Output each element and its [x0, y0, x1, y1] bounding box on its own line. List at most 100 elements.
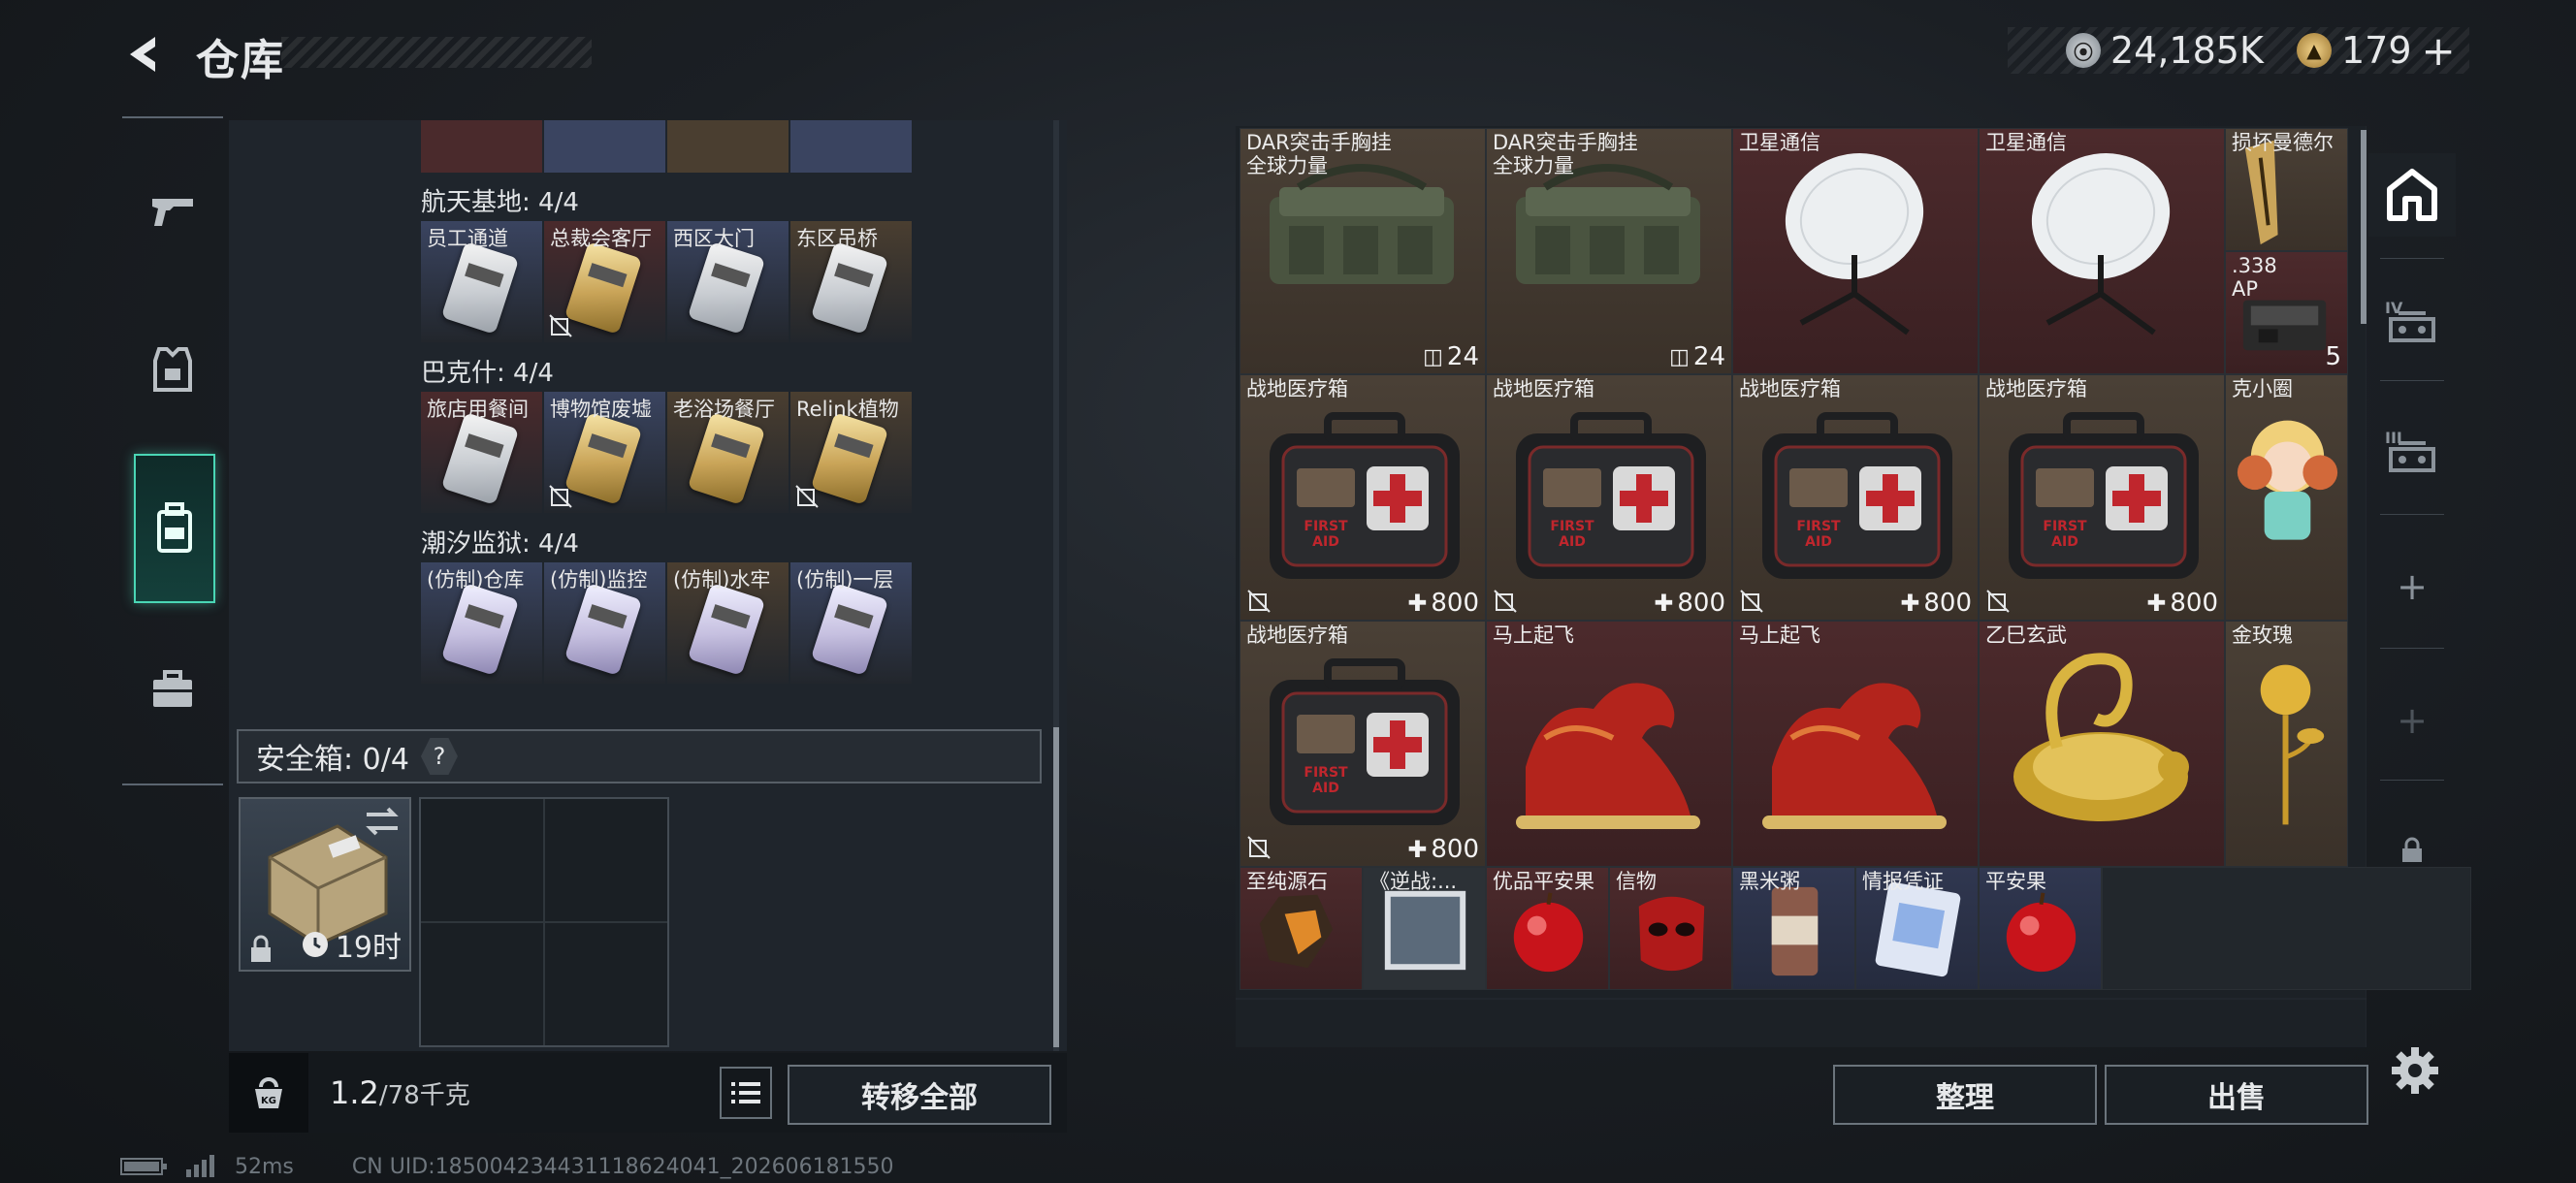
key-card[interactable]: (仿制)水牢: [667, 562, 789, 684]
storage-home-tab[interactable]: [2368, 153, 2456, 237]
weight-indicator: KG: [229, 1053, 308, 1133]
storage-item[interactable]: 乙巳玄武: [1979, 621, 2225, 867]
key-card[interactable]: (仿制)一层: [790, 562, 912, 684]
weight-readout: 1.2/78千克: [330, 1074, 470, 1111]
key-card-image: [810, 412, 889, 505]
item-name: 情报凭证: [1862, 870, 1944, 893]
swap-icon[interactable]: [363, 805, 402, 838]
item-count: ◫ 24: [1669, 342, 1725, 371]
back-button[interactable]: [116, 27, 175, 81]
key-card-name: 东区吊桥: [796, 227, 878, 250]
item-doll-image: [2237, 420, 2338, 540]
nav-separator: [2380, 258, 2444, 259]
storage-item[interactable]: 卫星通信: [1732, 128, 1979, 374]
storage-item[interactable]: 马上起飞: [1732, 621, 1979, 867]
key-card[interactable]: 总裁会客厅: [544, 221, 665, 342]
nav-backpack[interactable]: [134, 454, 215, 603]
gold-triangle-coin-icon: ▲: [2297, 33, 2332, 68]
storage-item[interactable]: FIRST AID 战地医疗箱 ✚ 800: [1486, 374, 1732, 621]
key-card[interactable]: 老浴场餐厅: [667, 392, 789, 513]
add-icon-dim: +: [2397, 699, 2428, 742]
key-card[interactable]: (仿制)仓库: [421, 562, 542, 684]
collection-row: (仿制)仓库 (仿制)监控 (仿制)水牢 (仿制)一层: [421, 562, 912, 684]
silver-coin-icon: ⦿: [2066, 33, 2101, 68]
add-storage-tab-disabled[interactable]: +: [2368, 679, 2456, 762]
sort-button[interactable]: 整理: [1833, 1065, 2097, 1125]
key-card[interactable]: 东区吊桥: [790, 221, 912, 342]
safebox-label: 安全箱: 0/4: [256, 743, 409, 777]
storage-item[interactable]: FIRST AID 战地医疗箱 ✚ 800: [1732, 374, 1979, 621]
item-medkit-image: FIRSTAID: [1516, 412, 1706, 579]
locked-storage-tab[interactable]: [2368, 809, 2456, 892]
storage-item[interactable]: 《逆战:...: [1363, 867, 1486, 990]
key-card-partial[interactable]: [421, 120, 542, 173]
key-card[interactable]: 西区大门: [667, 221, 789, 342]
storage-item[interactable]: 平安果: [1979, 867, 2102, 990]
vest-tier-3-tab[interactable]: III: [2368, 409, 2456, 493]
svg-text:FIRST: FIRST: [2043, 519, 2087, 534]
collection-label: 巴克什: 4/4: [421, 359, 554, 388]
svg-text:FIRST: FIRST: [1796, 519, 1841, 534]
lock-icon: [251, 935, 271, 962]
key-card[interactable]: 员工通道: [421, 221, 542, 342]
key-card-partial[interactable]: [544, 120, 665, 173]
storage-item[interactable]: 至纯源石: [1240, 867, 1363, 990]
storage-item[interactable]: 信物: [1609, 867, 1732, 990]
nav-armor[interactable]: [134, 326, 211, 413]
storage-item[interactable]: 损坏曼德尔: [2225, 128, 2348, 251]
key-card[interactable]: 旅店用餐间: [421, 392, 542, 513]
gear-icon: [2392, 1047, 2438, 1094]
key-card-name: 西区大门: [673, 227, 755, 250]
key-card[interactable]: 博物馆废墟: [544, 392, 665, 513]
storage-item[interactable]: FIRST AID 战地医疗箱 ✚ 800: [1240, 621, 1486, 867]
storage-item[interactable]: 情报凭证: [1855, 867, 1979, 990]
key-card-image: [564, 412, 643, 505]
heal-plus-icon: ✚: [1900, 590, 1920, 617]
nav-weapons[interactable]: [134, 167, 211, 254]
key-card-partial[interactable]: [790, 120, 912, 173]
sell-button[interactable]: 出售: [2105, 1065, 2368, 1125]
add-storage-tab[interactable]: +: [2368, 545, 2456, 628]
item-count: ✚ 800: [1407, 589, 1479, 618]
storage-item[interactable]: 金玫瑰: [2225, 621, 2348, 867]
storage-item[interactable]: 优品平安果: [1486, 867, 1609, 990]
add-currency-icon[interactable]: +: [2422, 27, 2456, 75]
durability-icon: ◫: [1669, 344, 1690, 369]
settings-button[interactable]: [2386, 1041, 2444, 1100]
vest-tier-4-tab[interactable]: IV: [2368, 279, 2456, 363]
key-card[interactable]: Relink植物: [790, 392, 912, 513]
storage-item[interactable]: 马上起飞: [1486, 621, 1732, 867]
currency-gold[interactable]: ▲ 179 +: [2297, 27, 2456, 75]
transfer-all-button[interactable]: 转移全部: [788, 1065, 1051, 1125]
heal-plus-icon: ✚: [1407, 836, 1428, 863]
storage-home-icon: [2387, 169, 2437, 221]
storage-item[interactable]: DAR突击手胸挂 全球力量 ◫ 24: [1240, 128, 1486, 374]
storage-item[interactable]: FIRST AID 战地医疗箱 ✚ 800: [1240, 374, 1486, 621]
item-name: 损坏曼德尔: [2232, 131, 2334, 154]
storage-item[interactable]: FIRST AID 战地医疗箱 ✚ 800: [1979, 374, 2225, 621]
item-name: 信物: [1616, 870, 1657, 893]
item-count: ✚ 800: [1654, 589, 1725, 618]
nav-case[interactable]: [134, 646, 211, 733]
collection-row: 员工通道 总裁会客厅 西区大门 东区吊桥: [421, 221, 912, 342]
safebox-grid[interactable]: [419, 797, 669, 1047]
item-count-value: 800: [1923, 589, 1972, 618]
storage-item[interactable]: DAR突击手胸挂 全球力量 ◫ 24: [1486, 128, 1732, 374]
svg-text:AID: AID: [2051, 534, 2078, 550]
storage-item[interactable]: 克小圈: [2225, 374, 2348, 621]
key-card[interactable]: (仿制)监控: [544, 562, 665, 684]
storage-scroll-thumb[interactable]: [2361, 130, 2367, 324]
backpack-scroll-thumb[interactable]: [1053, 727, 1059, 1047]
gold-amount: 179: [2341, 29, 2412, 72]
svg-text:KG: KG: [261, 1096, 276, 1106]
storage-item[interactable]: 卫星通信: [1979, 128, 2225, 374]
help-icon[interactable]: ?: [420, 738, 458, 775]
safebox-slot[interactable]: 19时: [239, 797, 411, 972]
item-name: 优品平安果: [1493, 870, 1594, 893]
storage-item[interactable]: .338 AP 5: [2225, 251, 2348, 374]
key-card-name: 员工通道: [427, 227, 508, 250]
list-view-button[interactable]: [720, 1067, 772, 1119]
key-card-partial[interactable]: [667, 120, 789, 173]
svg-text:AID: AID: [1559, 534, 1586, 550]
storage-item[interactable]: 黑米粥: [1732, 867, 1855, 990]
